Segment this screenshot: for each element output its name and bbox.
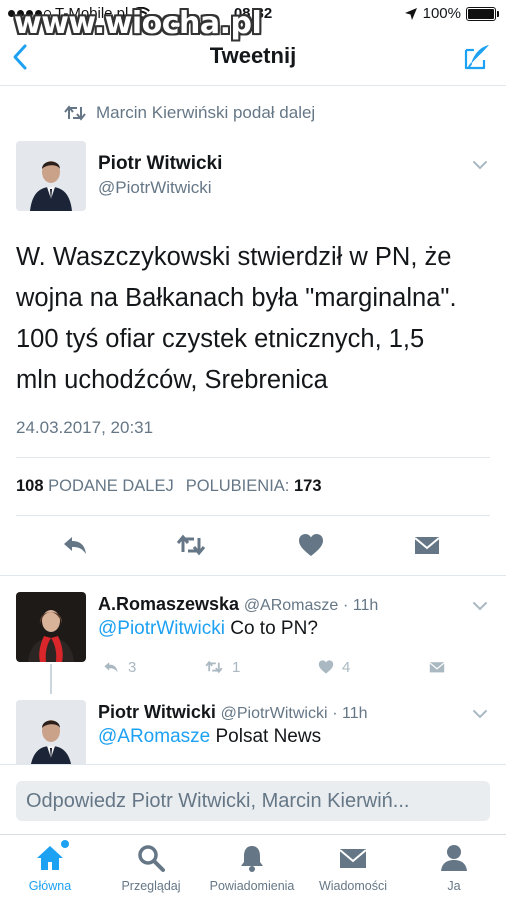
heart-icon[interactable] [296, 530, 326, 560]
chevron-down-icon[interactable] [472, 159, 488, 171]
reply-time: · 11h [332, 705, 368, 722]
profile-icon [439, 843, 469, 873]
retweet-icon [64, 105, 86, 121]
likes-label: POLUBIENIA: [185, 477, 290, 495]
tab-label: Ja [447, 879, 461, 893]
reply-icon [104, 662, 118, 673]
tweet-author[interactable]: Piotr Witwicki @PiotrWitwicki [16, 141, 490, 213]
divider [16, 515, 490, 516]
avatar[interactable] [16, 592, 86, 662]
reply-text-content: Co to PN? [224, 618, 318, 639]
chevron-down-icon[interactable] [472, 708, 488, 720]
heart-icon [318, 660, 334, 674]
retweet-action[interactable]: 1 [202, 658, 240, 676]
likes-count: 173 [293, 477, 322, 495]
reply-tweet[interactable]: A.Romaszewska @ARomasze · 11h @PiotrWitw… [16, 592, 490, 684]
tab-bar: Główna Przeglądaj Powiadomienia Wiadomoś… [0, 834, 506, 900]
mention-link[interactable]: @PiotrWitwicki [98, 618, 225, 639]
reply-text: @PiotrWitwicki Co to PN? [98, 618, 318, 640]
reply-time: · 11h [343, 597, 379, 614]
reply-author-name[interactable]: A.Romaszewska [98, 594, 239, 614]
tweet-actions [0, 530, 506, 562]
tab-notifications[interactable]: Powiadomienia [202, 843, 302, 893]
like-action[interactable]: 4 [316, 658, 350, 676]
retweet-count: 1 [232, 658, 241, 676]
dm-action[interactable] [426, 658, 448, 676]
reply-author-name[interactable]: Piotr Witwicki [98, 702, 216, 722]
divider [16, 457, 490, 458]
status-bar: T-Mobile.pl 08:32 100% www.wiocha.pl [0, 0, 506, 41]
reply-author-handle[interactable]: @ARomasze [244, 597, 339, 614]
tweet-stats: 108 PODANE DALEJ POLUBIENIA: 173 [16, 477, 322, 496]
retweets-stat[interactable]: 108 PODANE DALEJ [16, 477, 174, 496]
avatar[interactable] [16, 141, 86, 211]
reply-text: @ARomasze Polsat News [98, 726, 321, 748]
tab-label: Główna [28, 879, 72, 893]
retweeted-by-text: Marcin Kierwiński podał dalej [96, 103, 316, 122]
retweet-icon [205, 660, 223, 674]
tweet-text-line: mln uchodźców, Srebrenica [16, 366, 328, 394]
retweet-icon[interactable] [176, 530, 206, 560]
reply-author-handle[interactable]: @PiotrWitwicki [221, 705, 328, 722]
envelope-icon [338, 843, 368, 873]
envelope-icon [429, 662, 445, 673]
reply-count: 3 [128, 658, 137, 676]
compose-icon[interactable] [462, 42, 492, 72]
reply-input[interactable]: Odpowiedz Piotr Witwicki, Marcin Kierwiń… [16, 781, 490, 821]
tweet-text-line: wojna na Bałkanach była "marginalna". [16, 284, 457, 312]
tweet-text: W. Waszczykowski stwierdził w PN, że woj… [16, 237, 490, 401]
divider [0, 575, 506, 576]
status-right: 100% [404, 5, 499, 22]
reply-tweet[interactable]: Piotr Witwicki @PiotrWitwicki · 11h @ARo… [16, 700, 490, 766]
tab-me[interactable]: Ja [404, 843, 504, 893]
mention-link[interactable]: @ARomasze [98, 726, 210, 747]
bell-icon [237, 843, 267, 873]
author-handle[interactable]: @PiotrWitwicki [98, 178, 212, 198]
reply-text-content: Polsat News [210, 726, 322, 747]
search-icon [136, 843, 166, 873]
tab-label: Powiadomienia [209, 879, 295, 893]
reply-action[interactable]: 3 [100, 658, 136, 676]
tweet-date: 24.03.2017, 20:31 [16, 418, 154, 437]
author-name[interactable]: Piotr Witwicki [98, 153, 222, 175]
battery-percent: 100% [422, 5, 461, 22]
battery-icon [466, 6, 499, 21]
reply-header: A.Romaszewska @ARomasze · 11h [98, 594, 378, 615]
home-icon [35, 840, 69, 873]
retweets-count: 108 [16, 477, 44, 495]
likes-stat[interactable]: POLUBIENIA: 173 [186, 477, 322, 496]
retweets-label: PODANE DALEJ [48, 477, 174, 495]
tweet-text-line: W. Waszczykowski stwierdził w PN, że [16, 243, 452, 271]
tab-home[interactable]: Główna [0, 840, 100, 893]
nav-bar: Tweetnij [0, 28, 506, 86]
reply-actions: 3 1 4 [98, 658, 458, 680]
chevron-down-icon[interactable] [472, 600, 488, 612]
envelope-icon[interactable] [412, 530, 442, 560]
tab-explore[interactable]: Przeglądaj [101, 843, 201, 893]
tab-label: Wiadomości [318, 879, 388, 893]
like-count: 4 [342, 658, 351, 676]
location-arrow-icon [404, 7, 417, 20]
tweet-text-line: 100 tyś ofiar czystek etnicznych, 1,5 [16, 325, 425, 353]
avatar[interactable] [16, 700, 86, 766]
tab-messages[interactable]: Wiadomości [303, 843, 403, 893]
page-title: Tweetnij [209, 43, 297, 68]
retweeted-by-line[interactable]: Marcin Kierwiński podał dalej [64, 103, 315, 123]
thread-connector [50, 664, 52, 694]
tab-label: Przeglądaj [121, 879, 181, 893]
reply-icon[interactable] [60, 530, 90, 560]
notification-dot [61, 840, 69, 848]
reply-header: Piotr Witwicki @PiotrWitwicki · 11h [98, 702, 368, 723]
